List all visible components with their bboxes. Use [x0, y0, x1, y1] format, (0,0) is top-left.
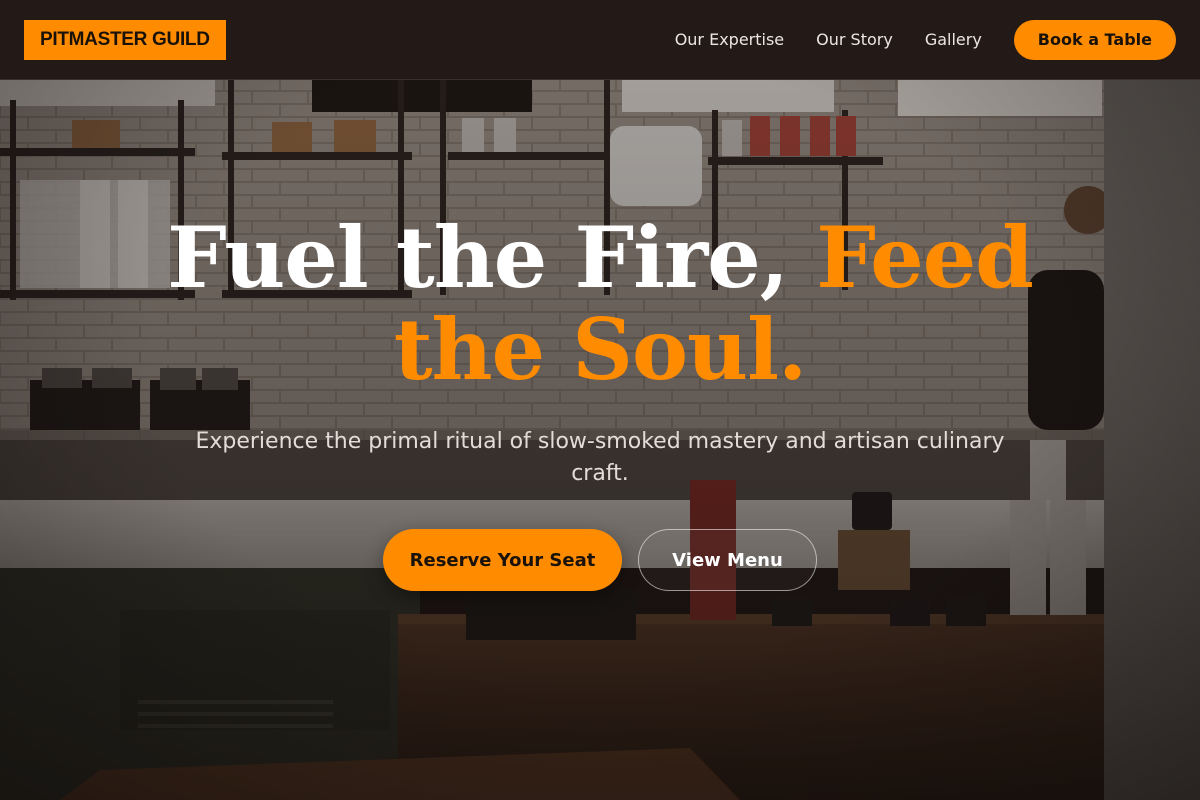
nav-link-our-story[interactable]: Our Story [816, 30, 893, 49]
hero-section: Fuel the Fire, Feed the Soul. Experience… [0, 80, 1200, 800]
main-nav: Our Expertise Our Story Gallery Book a T… [675, 19, 1176, 60]
view-menu-button[interactable]: View Menu [638, 529, 817, 591]
hero-headline: Fuel the Fire, Feed the Soul. [100, 212, 1100, 396]
brand-logo[interactable]: PITMASTER GUILD [24, 19, 226, 60]
site-header: PITMASTER GUILD Our Expertise Our Story … [0, 0, 1200, 80]
hero-subtitle: Experience the primal ritual of slow-smo… [195, 429, 1005, 486]
hero-headline-white: Fuel the Fire, [167, 208, 817, 307]
reserve-seat-button[interactable]: Reserve Your Seat [383, 529, 622, 591]
book-a-table-button[interactable]: Book a Table [1013, 19, 1176, 60]
nav-link-our-expertise[interactable]: Our Expertise [675, 30, 784, 49]
nav-link-gallery[interactable]: Gallery [925, 30, 982, 49]
